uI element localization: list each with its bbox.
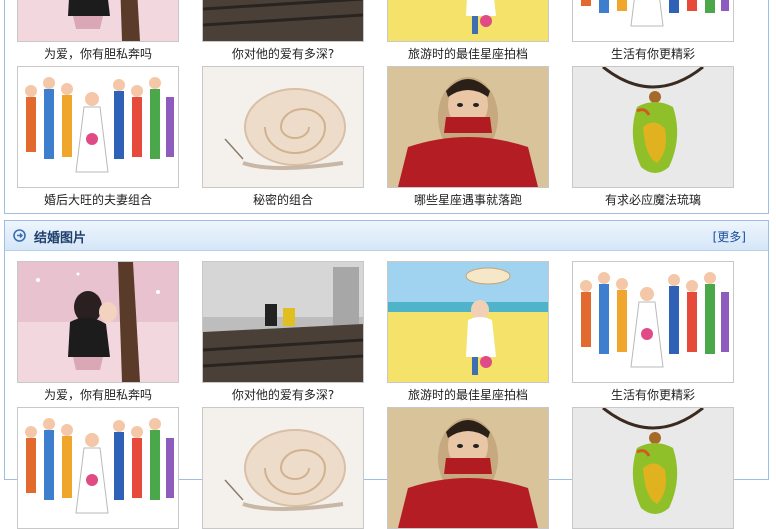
photo-thumbnail[interactable] <box>572 407 734 529</box>
glass-photo <box>573 408 733 528</box>
wedding-panel-header: 结婚图片 [更多] <box>5 221 768 251</box>
photo-caption-link[interactable]: 你对他的爱有多深? <box>202 45 364 62</box>
beach-photo <box>388 262 548 382</box>
photo-thumbnail[interactable] <box>17 261 179 383</box>
man-photo <box>388 408 548 528</box>
rail-photo <box>203 0 363 41</box>
circle-arrow-right-icon <box>13 229 26 242</box>
photo-thumbnail[interactable] <box>17 0 179 42</box>
photo-thumbnail[interactable] <box>17 66 179 188</box>
photo-caption-link[interactable]: 有求必应魔法琉璃 <box>572 191 734 208</box>
photo-thumbnail[interactable] <box>387 407 549 529</box>
more-link[interactable]: [更多] <box>713 228 746 245</box>
kiss-photo <box>18 0 178 41</box>
photo-caption-link[interactable]: 生活有你更精彩 <box>572 386 734 403</box>
crowd-photo <box>573 0 733 41</box>
photo-thumbnail[interactable] <box>572 0 734 42</box>
snail-photo <box>203 67 363 187</box>
snail-photo <box>203 408 363 528</box>
photo-thumbnail[interactable] <box>387 0 549 42</box>
photo-thumbnail[interactable] <box>202 407 364 529</box>
photo-thumbnail[interactable] <box>202 66 364 188</box>
photo-caption-link[interactable]: 哪些星座遇事就落跑 <box>387 191 549 208</box>
photo-caption-link[interactable]: 旅游时的最佳星座拍档 <box>387 45 549 62</box>
photo-caption-link[interactable]: 秘密的组合 <box>202 191 364 208</box>
glass-photo <box>573 67 733 187</box>
photo-thumbnail[interactable] <box>572 261 734 383</box>
photo-thumbnail[interactable] <box>387 66 549 188</box>
crowd-photo <box>18 408 178 528</box>
kiss-photo <box>18 262 178 382</box>
crowd-photo <box>573 262 733 382</box>
photo-thumbnail[interactable] <box>202 0 364 42</box>
crowd-photo <box>18 67 178 187</box>
photo-caption-link[interactable]: 为爱，你有胆私奔吗 <box>17 45 179 62</box>
photo-caption-link[interactable]: 生活有你更精彩 <box>572 45 734 62</box>
photo-caption-link[interactable]: 为爱，你有胆私奔吗 <box>17 386 179 403</box>
beach-photo <box>388 0 548 41</box>
photo-thumbnail[interactable] <box>387 261 549 383</box>
photo-caption-link[interactable]: 你对他的爱有多深? <box>202 386 364 403</box>
photo-thumbnail[interactable] <box>17 407 179 529</box>
photo-thumbnail[interactable] <box>572 66 734 188</box>
wedding-panel-title: 结婚图片 <box>34 231 87 246</box>
rail-photo <box>203 262 363 382</box>
photo-thumbnail[interactable] <box>202 261 364 383</box>
photo-caption-link[interactable]: 旅游时的最佳星座拍档 <box>387 386 549 403</box>
photo-caption-link[interactable]: 婚后大旺的夫妻组合 <box>17 191 179 208</box>
man-photo <box>388 67 548 187</box>
